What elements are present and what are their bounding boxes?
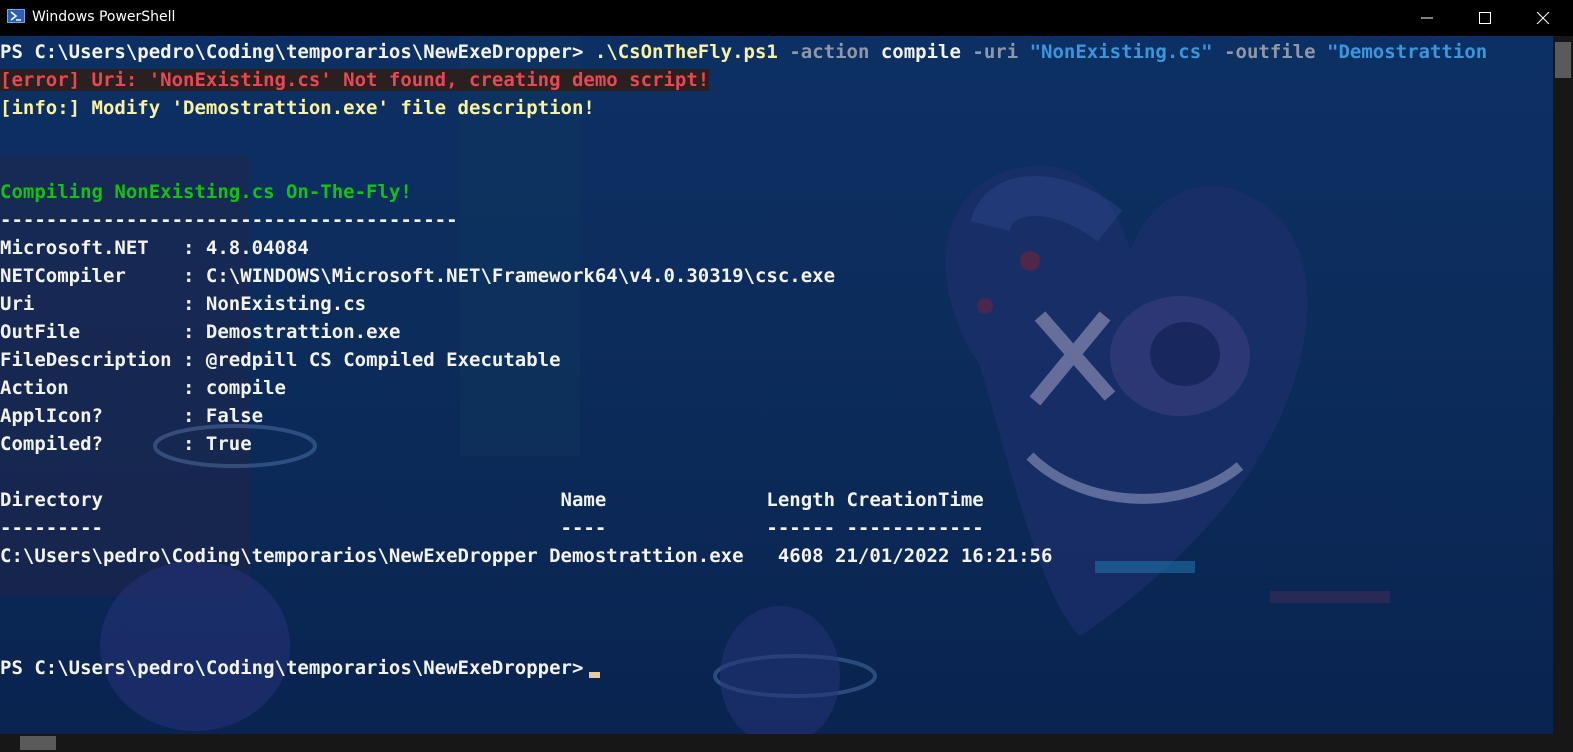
- property-row: OutFile : Demostrattion.exe: [0, 321, 401, 343]
- vertical-scrollbar[interactable]: [1553, 36, 1573, 734]
- terminal-console[interactable]: PS C:\Users\pedro\Coding\temporarios\New…: [0, 36, 1553, 734]
- property-row: Uri : NonExisting.cs: [0, 293, 367, 315]
- property-row: Compiled? : True: [0, 433, 252, 455]
- terminal-output: PS C:\Users\pedro\Coding\temporarios\New…: [0, 38, 1487, 682]
- info-line: [info:] Modify 'Demostrattion.exe' file …: [0, 97, 595, 119]
- text-cursor: [589, 671, 601, 678]
- close-button[interactable]: [1514, 0, 1572, 36]
- separator-line: ----------------------------------------: [0, 209, 458, 231]
- close-icon: [1536, 12, 1550, 24]
- maximize-button[interactable]: [1456, 0, 1514, 36]
- scrollbar-corner: [1553, 734, 1573, 752]
- command-line: PS C:\Users\pedro\Coding\temporarios\New…: [0, 38, 1487, 66]
- property-row: Microsoft.NET : 4.8.04084: [0, 237, 309, 259]
- value-action: compile: [880, 41, 961, 63]
- table-underline: --------- ---- ------ ------------: [0, 517, 984, 539]
- prompt: PS C:\Users\pedro\Coding\temporarios\New…: [0, 41, 595, 63]
- table-row: C:\Users\pedro\Coding\temporarios\NewExe…: [0, 545, 1053, 567]
- powershell-icon: [7, 9, 25, 23]
- script-name: .\CsOnTheFly.ps1: [594, 41, 778, 63]
- minimize-button[interactable]: [1398, 0, 1456, 36]
- param-action: -action: [789, 41, 870, 63]
- title-bar: Windows PowerShell: [0, 0, 1573, 36]
- prompt: PS C:\Users\pedro\Coding\temporarios\New…: [0, 657, 584, 679]
- window-title: Windows PowerShell: [32, 9, 176, 25]
- minimize-icon: [1421, 17, 1433, 19]
- compiling-line: Compiling NonExisting.cs On-The-Fly!: [0, 181, 412, 203]
- value-outfile: "Demostrattion: [1327, 41, 1488, 63]
- param-outfile: -outfile: [1224, 41, 1316, 63]
- table-header: Directory Name Length CreationTime: [0, 489, 984, 511]
- property-row: Action : compile: [0, 377, 286, 399]
- final-prompt-line[interactable]: PS C:\Users\pedro\Coding\temporarios\New…: [0, 654, 1487, 682]
- maximize-icon: [1479, 12, 1491, 24]
- property-row: FileDescription : @redpill CS Compiled E…: [0, 349, 561, 371]
- error-line: [error] Uri: 'NonExisting.cs' Not found,…: [0, 69, 710, 91]
- param-uri: -uri: [972, 41, 1019, 63]
- property-row: NETCompiler : C:\WINDOWS\Microsoft.NET\F…: [0, 265, 836, 287]
- horizontal-scroll-thumb[interactable]: [20, 736, 56, 750]
- value-uri: "NonExisting.cs": [1029, 41, 1213, 63]
- horizontal-scrollbar[interactable]: [0, 734, 1553, 752]
- vertical-scroll-thumb[interactable]: [1555, 42, 1571, 78]
- property-row: ApplIcon? : False: [0, 405, 264, 427]
